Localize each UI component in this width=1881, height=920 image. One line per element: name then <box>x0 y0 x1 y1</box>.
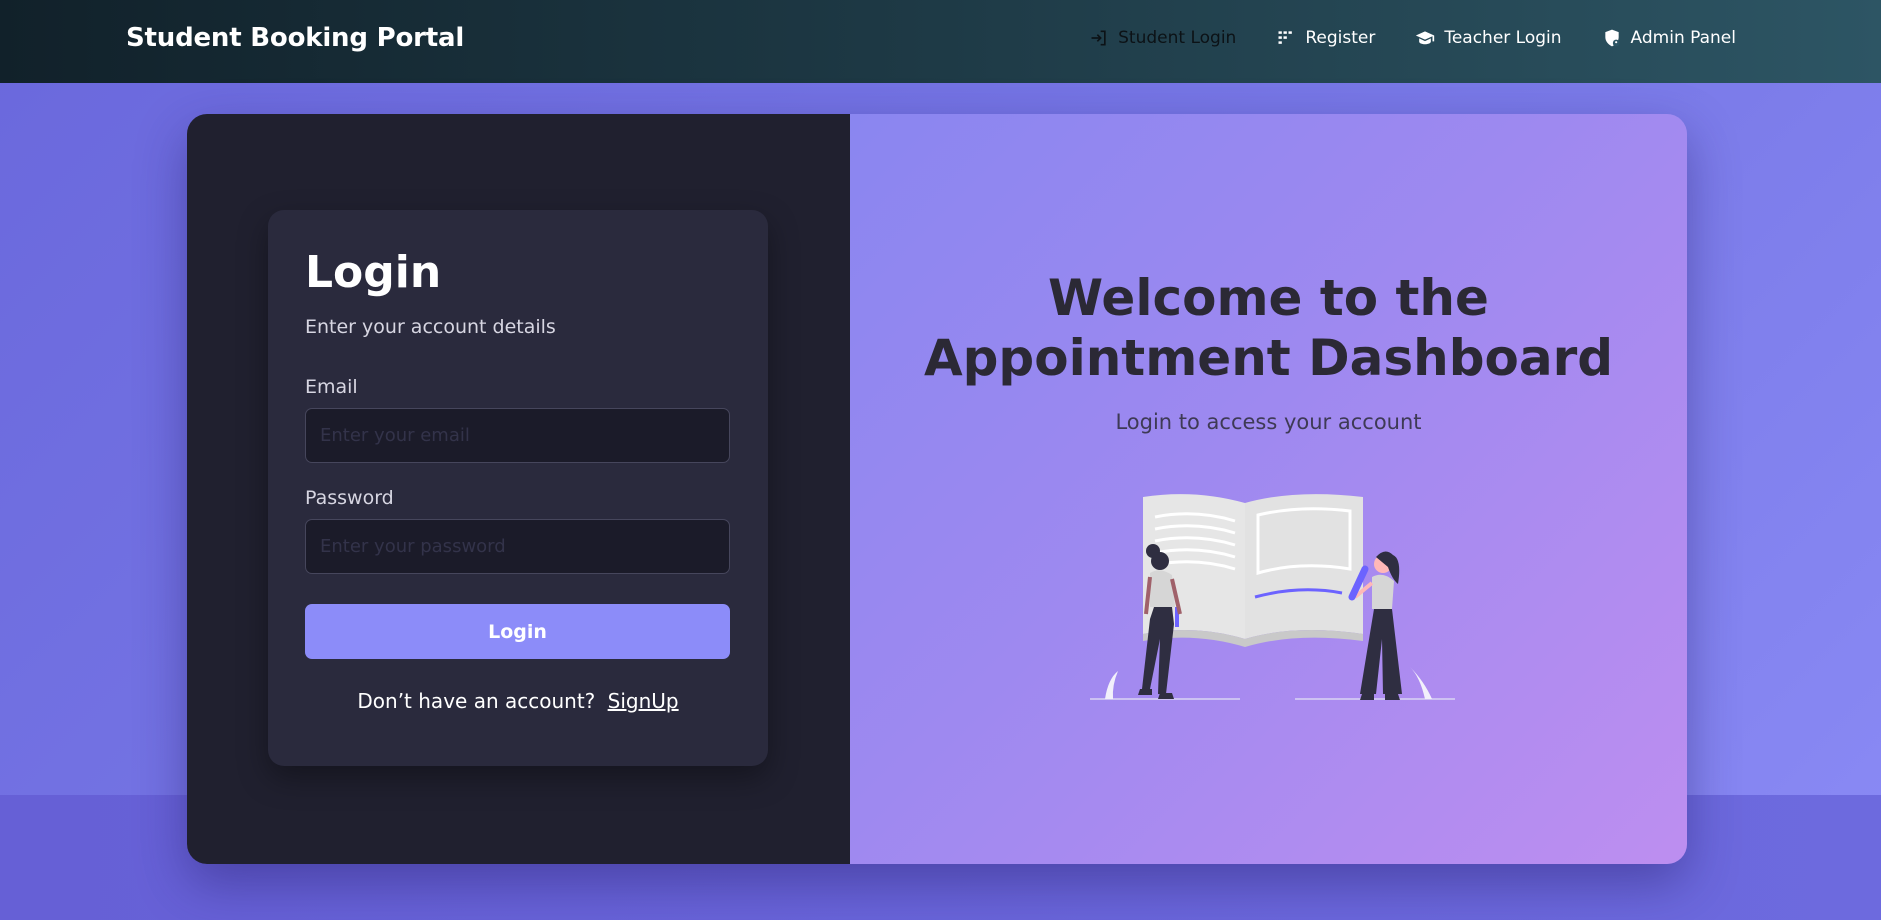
nav-label: Student Login <box>1118 28 1237 48</box>
nav-label: Teacher Login <box>1444 28 1562 48</box>
nav-student-login[interactable]: Student Login <box>1089 28 1236 48</box>
nav-register[interactable]: Register <box>1276 28 1375 48</box>
nav-links: Student Login Register Teacher Login Adm… <box>1049 28 1736 48</box>
signup-prompt: Don’t have an account? <box>357 689 596 713</box>
nav-label: Register <box>1305 28 1376 48</box>
grid-icon <box>1278 31 1293 44</box>
signup-row: Don’t have an account? SignUp <box>305 689 731 713</box>
email-field[interactable] <box>305 408 730 463</box>
password-field[interactable] <box>305 519 730 574</box>
shield-user-icon <box>1604 29 1620 47</box>
hero-subtitle: Login to access your account <box>1115 410 1422 434</box>
email-label: Email <box>305 376 358 398</box>
nav-admin-panel[interactable]: Admin Panel <box>1602 28 1736 48</box>
login-subtitle: Enter your account details <box>305 316 556 338</box>
nav-teacher-login[interactable]: Teacher Login <box>1415 28 1562 48</box>
brand-title[interactable]: Student Booking Portal <box>126 23 464 53</box>
signup-link[interactable]: SignUp <box>608 689 679 713</box>
nav-label: Admin Panel <box>1630 28 1736 48</box>
login-button[interactable]: Login <box>305 604 730 659</box>
hero-title-line2: Appointment Dashboard <box>923 329 1614 387</box>
login-form: Login Enter your account details Email P… <box>268 210 768 766</box>
hero-title-line1: Welcome to the <box>1048 269 1489 327</box>
login-icon <box>1091 30 1106 46</box>
hero-title: Welcome to the Appointment Dashboard <box>850 268 1687 388</box>
graduation-cap-icon <box>1416 31 1435 45</box>
book-reading-illustration <box>1090 494 1455 700</box>
hero-panel: Welcome to the Appointment Dashboard Log… <box>850 114 1687 864</box>
password-label: Password <box>305 487 394 509</box>
login-panel: Login Enter your account details Email P… <box>187 114 850 864</box>
login-title: Login <box>305 247 442 298</box>
login-card: Login Enter your account details Email P… <box>187 114 1687 864</box>
navbar: Student Booking Portal Student Login Reg… <box>0 0 1881 83</box>
